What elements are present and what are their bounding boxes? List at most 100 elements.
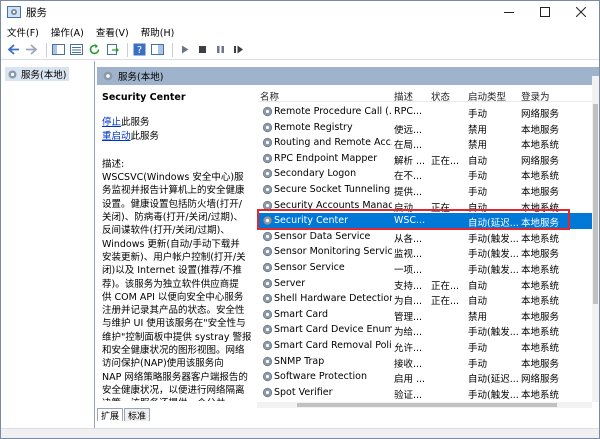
table-row[interactable]: Shell Hardware Detection 为自... 正在... 自动 本地系统 (258, 291, 599, 307)
table-row[interactable]: Secondary Logon 在不... 手动 本地系统 (258, 166, 599, 182)
service-gear-icon (262, 169, 273, 179)
back-button[interactable] (6, 42, 21, 57)
table-row[interactable]: Software Protection 启用 ... 自动(延迟... 网络服务 (258, 369, 599, 385)
toolbar-separator (127, 42, 128, 57)
refresh-button[interactable] (87, 42, 102, 57)
service-name-cell: Remote Procedure Call (... (274, 106, 392, 117)
service-desc-cell: 使远... (394, 124, 423, 136)
window-title: 服务 (26, 6, 47, 19)
services-icon (103, 71, 113, 81)
restart-service-button[interactable] (231, 42, 246, 57)
service-desc-cell: WSC... (394, 215, 426, 227)
service-logon-cell: 本地系统 (521, 342, 560, 354)
table-row[interactable]: Security Center WSC... 自动(延迟... 本地服务 (258, 213, 599, 229)
service-logon-cell: 本地系统 (521, 202, 560, 214)
panel-header-label: 服务(本地) (118, 72, 164, 83)
restart-service-link[interactable]: 重启动 (102, 131, 131, 142)
table-row[interactable]: Routing and Remote Acc... 在局... 禁用 本地系统 (258, 135, 599, 151)
service-desc-cell: 接收... (394, 358, 423, 370)
column-header-status[interactable]: 状态 (431, 89, 450, 103)
pause-service-button[interactable] (213, 42, 228, 57)
service-name-cell: Security Center (274, 215, 349, 227)
start-service-button[interactable] (177, 42, 192, 57)
back-arrow-icon (7, 44, 19, 55)
table-row[interactable]: SNMP Trap 接收... 手动 本地服务 (258, 354, 599, 370)
service-status-cell: 正在... (431, 296, 460, 308)
toolbar-separator (172, 42, 173, 57)
menu-file[interactable]: 文件(F) (7, 25, 39, 39)
column-header-name[interactable]: 名称 (260, 89, 279, 103)
export-list-button[interactable] (105, 42, 120, 57)
maximize-button[interactable] (527, 1, 563, 23)
service-desc-cell: 从各... (394, 233, 423, 245)
tab-standard[interactable]: 标准 (124, 408, 151, 422)
column-header-startup-type[interactable]: 启动类型 (468, 89, 506, 103)
table-row[interactable]: Spot Verifier 验证... 手动(触发... 本地系统 (258, 385, 599, 401)
table-row[interactable]: Smart Card Device Enum... 为给... 手动(触发... 本地… (258, 322, 599, 338)
vertical-scrollbar[interactable] (592, 76, 599, 402)
service-name-cell: Sensor Data Service (274, 230, 371, 242)
restart-line: 重启动此服务 (102, 130, 260, 143)
table-row[interactable]: Smart Card 管理... 禁用 本地服务 (258, 307, 599, 323)
close-button[interactable] (563, 1, 599, 23)
table-row[interactable]: Server 支持... 正在... 自动 本地系统 (258, 276, 599, 292)
service-startup-cell: 禁用 (468, 311, 488, 323)
table-row[interactable]: RPC Endpoint Mapper 解析 ... 正在... 自动 网络服务 (258, 151, 599, 167)
stop-suffix: 此服务 (121, 117, 150, 129)
service-desc-cell: RPC... (394, 106, 423, 117)
tab-extended[interactable]: 扩展 (97, 408, 124, 422)
maximize-icon (540, 7, 550, 17)
service-startup-cell: 手动 (468, 171, 488, 183)
stop-service-link[interactable]: 停止 (102, 117, 121, 128)
table-row[interactable]: Secure Socket Tunneling ... 提供... 手动 本地服务 (258, 182, 599, 198)
table-row[interactable]: Sensor Service 一项... 手动(触发... 本地系统 (258, 260, 599, 276)
menu-action[interactable]: 操作(A) (51, 25, 84, 39)
tree-item-services-local[interactable]: 服务(本地) (5, 67, 70, 81)
service-name-cell: RPC Endpoint Mapper (274, 152, 378, 164)
menu-view[interactable]: 查看(V) (96, 25, 129, 39)
service-gear-icon (262, 325, 273, 335)
minimize-button[interactable] (491, 1, 527, 23)
horizontal-scrollbar[interactable] (257, 402, 592, 408)
horizontal-scroll-thumb[interactable] (297, 403, 557, 407)
forward-arrow-icon (26, 44, 38, 55)
properties-view-button[interactable] (69, 42, 84, 57)
help-button[interactable]: ? (132, 42, 147, 57)
service-logon-cell: 本地服务 (521, 124, 560, 136)
forward-button[interactable] (24, 42, 39, 57)
service-logon-cell: 本地系统 (521, 280, 560, 292)
table-row[interactable]: Security Accounts Manag... 启动... 正在... 自动 本地… (258, 198, 599, 214)
export-icon (107, 44, 119, 55)
tree-item-label: 服务(本地) (21, 70, 67, 81)
restart-suffix: 此服务 (130, 130, 160, 142)
refresh-icon (89, 44, 100, 55)
play-icon (182, 45, 189, 54)
show-pane-button[interactable] (150, 42, 165, 57)
toolbar-separator (46, 42, 47, 57)
table-row[interactable]: Remote Procedure Call (... RPC... 手动 网络服务 (258, 104, 599, 120)
service-logon-cell: 本地服务 (521, 186, 560, 198)
vertical-scroll-thumb[interactable] (593, 104, 598, 304)
service-name-cell: Sensor Service (274, 261, 345, 273)
table-row[interactable]: Sensor Data Service 从各... 手动(触发... 本地系统 (258, 229, 599, 245)
service-startup-cell: 自动 (468, 296, 488, 308)
svg-text:?: ? (137, 45, 142, 56)
table-row[interactable]: Smart Card Removal Poli... 允许... 手动 本地系统 (258, 338, 599, 354)
stop-service-button[interactable] (195, 42, 210, 57)
service-startup-cell: 手动 (468, 358, 488, 370)
column-header-description[interactable]: 描述 (394, 89, 413, 103)
service-logon-cell: 本地服务 (521, 358, 560, 370)
service-desc-cell: 验证... (394, 389, 423, 401)
service-title: Security Center (102, 92, 186, 103)
services-icon (8, 70, 17, 78)
table-row[interactable]: Sensor Monitoring Service 监视... 手动(触发... 本地… (258, 244, 599, 260)
service-startup-cell: 手动(触发... (468, 389, 519, 401)
pause-icon (217, 46, 224, 53)
column-header-log-on-as[interactable]: 登录为 (521, 89, 550, 103)
table-row[interactable]: Remote Registry 使远... 禁用 本地服务 (258, 120, 599, 136)
service-name-cell: Smart Card Device Enum... (274, 324, 392, 336)
service-startup-cell: 自动 (468, 155, 488, 167)
menu-help[interactable]: 帮助(H) (141, 25, 175, 39)
show-tree-button[interactable] (51, 42, 66, 57)
service-gear-icon (262, 294, 273, 304)
